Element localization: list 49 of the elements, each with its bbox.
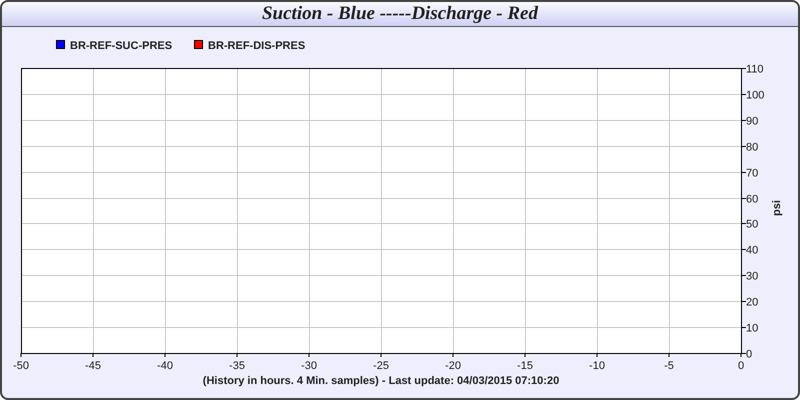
x-tick-label: -10 xyxy=(589,360,605,372)
x-tick-label: -35 xyxy=(229,360,245,372)
x-axis-label: (History in hours. 4 Min. samples) - Last update: 04/03/2015 07:10:20 xyxy=(202,375,560,387)
legend-label: BR-REF-SUC-PRES xyxy=(70,40,172,52)
tick-mark xyxy=(164,352,166,358)
tick-mark xyxy=(308,352,310,358)
x-tick-label: 0 xyxy=(738,360,744,372)
y-tick-label: 100 xyxy=(746,90,764,102)
tick-mark xyxy=(740,94,746,95)
x-tick-label: -15 xyxy=(517,360,533,372)
x-tick-label: -40 xyxy=(157,360,173,372)
x-tick-label: -45 xyxy=(85,360,101,372)
tick-mark xyxy=(740,68,746,69)
x-tick-label: -30 xyxy=(301,360,317,372)
x-tick-label: -20 xyxy=(445,360,461,372)
y-tick-label: 90 xyxy=(746,116,758,128)
tick-mark xyxy=(740,275,746,276)
x-tick-label: -50 xyxy=(13,360,29,372)
y-tick-label: 80 xyxy=(746,142,758,154)
tick-mark xyxy=(452,352,454,358)
tick-mark xyxy=(596,352,598,358)
legend-label: BR-REF-DIS-PRES xyxy=(208,40,306,52)
tick-mark xyxy=(236,352,238,358)
y-tick-label: 60 xyxy=(746,194,758,206)
tick-mark xyxy=(380,352,382,358)
tick-mark xyxy=(740,146,746,147)
y-tick-label: 0 xyxy=(746,348,752,360)
x-tick-label: -25 xyxy=(373,360,389,372)
y-axis-label: psi xyxy=(771,200,783,216)
tick-mark xyxy=(740,198,746,199)
tick-mark xyxy=(740,120,746,121)
tick-mark xyxy=(524,352,526,358)
y-tick-label: 70 xyxy=(746,168,758,180)
tick-mark xyxy=(740,223,746,224)
tick-mark xyxy=(740,301,746,302)
tick-mark xyxy=(92,352,94,358)
tick-mark xyxy=(740,172,746,173)
y-tick-label: 10 xyxy=(746,322,758,334)
window-title: Suction - Blue -----Discharge - Red xyxy=(262,2,538,26)
y-tick-label: 30 xyxy=(746,270,758,282)
y-tick-label: 40 xyxy=(746,244,758,256)
tick-mark xyxy=(20,352,22,358)
y-tick-label: 50 xyxy=(746,218,758,230)
tick-mark xyxy=(740,327,746,328)
y-tick-label: 110 xyxy=(746,64,764,76)
x-tick-label: -5 xyxy=(664,360,674,372)
y-tick-label: 20 xyxy=(746,296,758,308)
tick-mark xyxy=(740,249,746,250)
tick-mark xyxy=(668,352,670,358)
